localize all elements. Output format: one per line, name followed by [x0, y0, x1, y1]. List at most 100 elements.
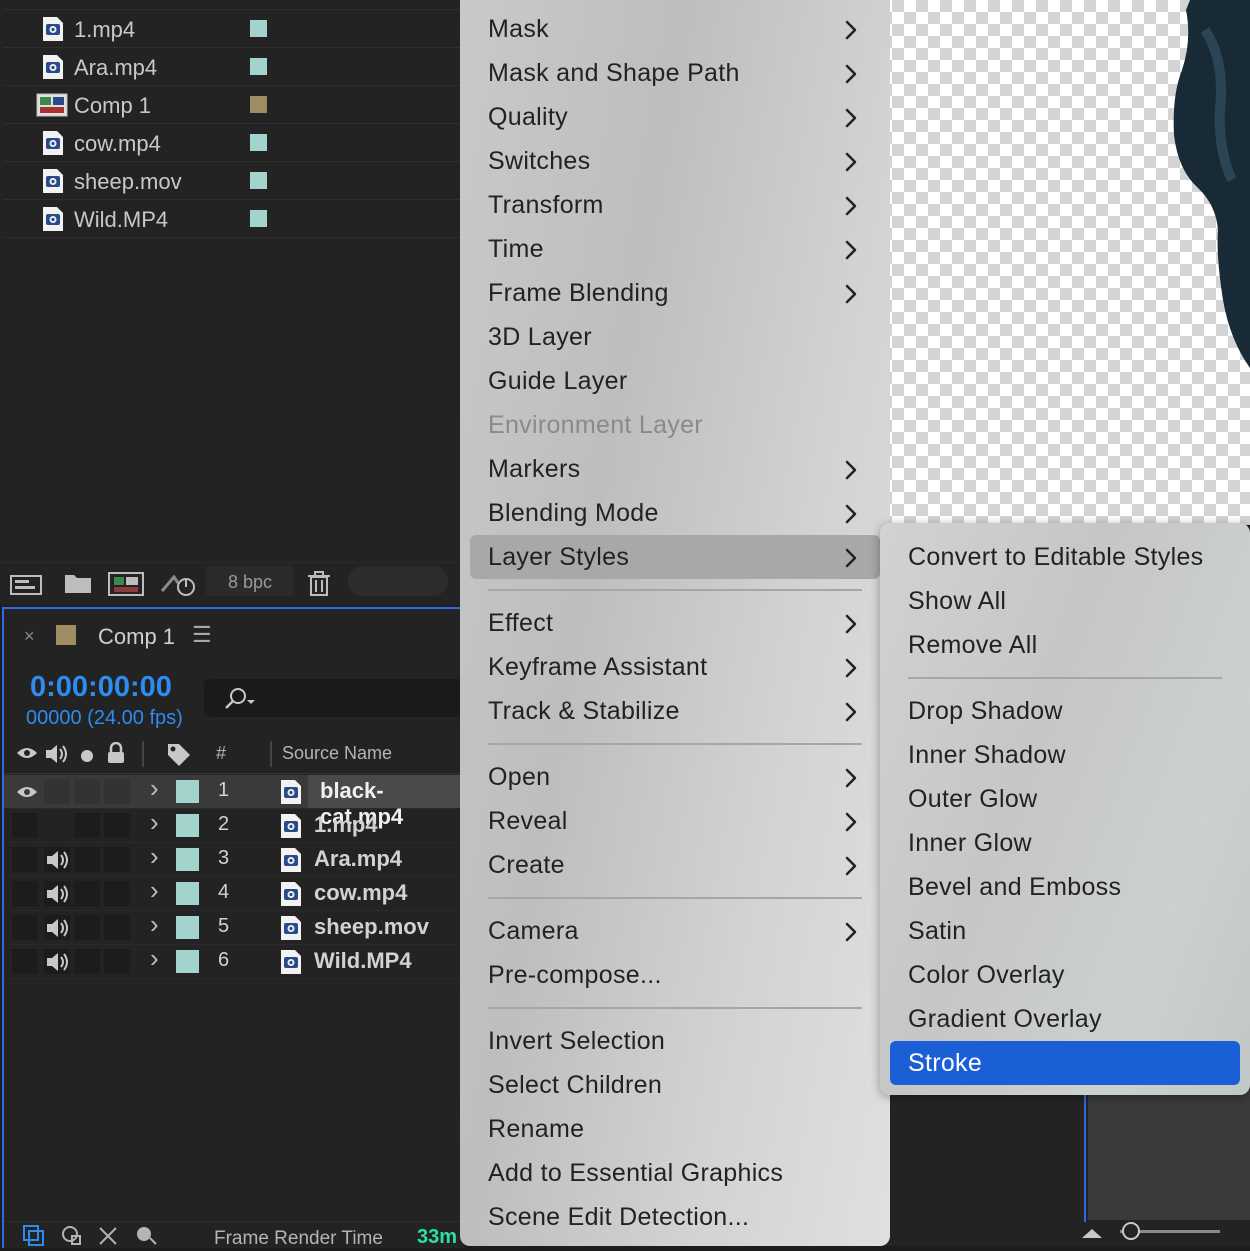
- menu-item-select-children[interactable]: Select Children: [470, 1063, 880, 1107]
- menu-item-camera[interactable]: Camera: [470, 909, 880, 953]
- submenu-item-show-all[interactable]: Show All: [890, 579, 1240, 623]
- layer-label-swatch[interactable]: [176, 848, 199, 871]
- close-tab-icon[interactable]: ×: [24, 626, 35, 647]
- audio-toggle[interactable]: [44, 847, 70, 872]
- lock-column-icon[interactable]: [106, 741, 126, 769]
- label-color-swatch[interactable]: [250, 134, 267, 151]
- project-item[interactable]: cow.mp4: [4, 124, 460, 162]
- layer-name[interactable]: sheep.mov: [314, 914, 429, 940]
- menu-item-layer-styles[interactable]: Layer Styles: [470, 535, 880, 579]
- audio-toggle[interactable]: [44, 881, 70, 906]
- visibility-toggle[interactable]: [12, 949, 38, 974]
- panel-menu-icon[interactable]: ☰: [192, 622, 212, 648]
- flowchart-icon[interactable]: [160, 571, 198, 602]
- project-search-pill[interactable]: [348, 566, 448, 596]
- menu-item-3d-layer[interactable]: 3D Layer: [470, 315, 880, 359]
- project-item-partial[interactable]: [4, 0, 460, 10]
- solo-toggle[interactable]: [74, 915, 100, 940]
- zoom-slider-handle[interactable]: [1122, 1222, 1140, 1240]
- audio-toggle[interactable]: [44, 949, 70, 974]
- timeline-tab-title[interactable]: Comp 1: [98, 624, 175, 650]
- menu-item-rename[interactable]: Rename: [470, 1107, 880, 1151]
- submenu-item-gradient-overlay[interactable]: Gradient Overlay: [890, 997, 1240, 1041]
- twirl-down-chevron-icon[interactable]: ›: [150, 943, 159, 974]
- menu-item-quality[interactable]: Quality: [470, 95, 880, 139]
- motion-blur-icon[interactable]: [96, 1224, 120, 1251]
- menu-item-guide-layer[interactable]: Guide Layer: [470, 359, 880, 403]
- menu-item-transform[interactable]: Transform: [470, 183, 880, 227]
- menu-item-frame-blending[interactable]: Frame Blending: [470, 271, 880, 315]
- interpret-footage-icon[interactable]: [10, 571, 44, 602]
- new-composition-icon[interactable]: [108, 571, 144, 602]
- layer-row[interactable]: › 2 1.mp4: [4, 807, 464, 843]
- visibility-toggle[interactable]: [12, 779, 38, 804]
- visibility-toggle[interactable]: [12, 847, 38, 872]
- layer-row[interactable]: › 3 Ara.mp4: [4, 841, 464, 877]
- project-item[interactable]: Ara.mp4: [4, 48, 460, 86]
- lock-toggle[interactable]: [104, 813, 130, 838]
- lock-toggle[interactable]: [104, 847, 130, 872]
- menu-item-switches[interactable]: Switches: [470, 139, 880, 183]
- menu-item-scene-edit-detection[interactable]: Scene Edit Detection...: [470, 1195, 880, 1239]
- audio-toggle[interactable]: [44, 813, 70, 838]
- graph-editor-icon[interactable]: [134, 1224, 160, 1251]
- submenu-item-drop-shadow[interactable]: Drop Shadow: [890, 689, 1240, 733]
- menu-item-mask[interactable]: Mask: [470, 7, 880, 51]
- submenu-item-inner-glow[interactable]: Inner Glow: [890, 821, 1240, 865]
- project-item[interactable]: 1.mp4: [4, 10, 460, 48]
- visibility-toggle[interactable]: [12, 813, 38, 838]
- solo-toggle[interactable]: [74, 847, 100, 872]
- source-name-column[interactable]: Source Name: [282, 743, 392, 764]
- twirl-down-chevron-icon[interactable]: ›: [150, 875, 159, 906]
- enable-frame-blending-icon[interactable]: [60, 1224, 84, 1251]
- current-timecode[interactable]: 0:00:00:00: [30, 671, 172, 704]
- visibility-toggle[interactable]: [12, 915, 38, 940]
- submenu-item-inner-shadow[interactable]: Inner Shadow: [890, 733, 1240, 777]
- lock-toggle[interactable]: [104, 881, 130, 906]
- label-color-swatch[interactable]: [250, 20, 267, 37]
- bit-depth-button[interactable]: 8 bpc: [206, 566, 294, 596]
- solo-toggle[interactable]: [74, 949, 100, 974]
- label-color-swatch[interactable]: [250, 172, 267, 189]
- label-column-icon[interactable]: [166, 742, 192, 771]
- twirl-down-chevron-icon[interactable]: ›: [150, 807, 159, 838]
- layer-search-input[interactable]: [204, 679, 464, 717]
- lock-toggle[interactable]: [104, 949, 130, 974]
- project-item[interactable]: Comp 1: [4, 86, 460, 124]
- menu-item-add-to-essential-graphics[interactable]: Add to Essential Graphics: [470, 1151, 880, 1195]
- menu-item-keyframe-assistant[interactable]: Keyframe Assistant: [470, 645, 880, 689]
- submenu-item-remove-all[interactable]: Remove All: [890, 623, 1240, 667]
- audio-toggle[interactable]: [44, 915, 70, 940]
- zoom-out-icon[interactable]: [1080, 1226, 1104, 1245]
- layer-label-swatch[interactable]: [176, 882, 199, 905]
- label-color-swatch[interactable]: [250, 210, 267, 227]
- project-item[interactable]: sheep.mov: [4, 162, 460, 200]
- audio-toggle[interactable]: [44, 779, 70, 804]
- menu-item-create[interactable]: Create: [470, 843, 880, 887]
- lock-toggle[interactable]: [104, 779, 130, 804]
- label-color-swatch[interactable]: [250, 96, 267, 113]
- menu-item-track-stabilize[interactable]: Track & Stabilize: [470, 689, 880, 733]
- audio-column-icon[interactable]: [44, 743, 70, 770]
- twirl-down-chevron-icon[interactable]: ›: [150, 773, 159, 804]
- solo-toggle[interactable]: [74, 779, 100, 804]
- layer-row[interactable]: › 4 cow.mp4: [4, 875, 464, 911]
- layer-label-swatch[interactable]: [176, 950, 199, 973]
- composition-viewer[interactable]: [880, 0, 1250, 525]
- menu-item-markers[interactable]: Markers: [470, 447, 880, 491]
- new-folder-icon[interactable]: [64, 571, 92, 600]
- menu-item-effect[interactable]: Effect: [470, 601, 880, 645]
- submenu-item-satin[interactable]: Satin: [890, 909, 1240, 953]
- solo-column-icon[interactable]: [80, 747, 94, 768]
- layer-row[interactable]: › 5 sheep.mov: [4, 909, 464, 945]
- solo-toggle[interactable]: [74, 813, 100, 838]
- menu-item-blending-mode[interactable]: Blending Mode: [470, 491, 880, 535]
- layer-name[interactable]: 1.mp4: [314, 812, 378, 838]
- submenu-item-color-overlay[interactable]: Color Overlay: [890, 953, 1240, 997]
- layer-label-swatch[interactable]: [176, 916, 199, 939]
- layer-name[interactable]: Wild.MP4: [314, 948, 412, 974]
- submenu-item-bevel-and-emboss[interactable]: Bevel and Emboss: [890, 865, 1240, 909]
- twirl-down-chevron-icon[interactable]: ›: [150, 909, 159, 940]
- menu-item-time[interactable]: Time: [470, 227, 880, 271]
- trash-icon[interactable]: [308, 571, 330, 602]
